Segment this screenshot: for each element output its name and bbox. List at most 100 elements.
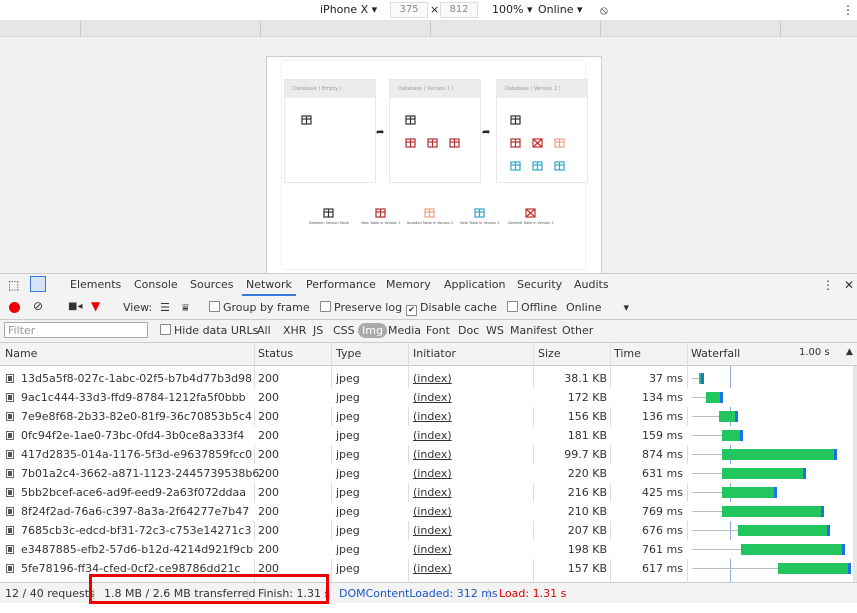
filter-type-doc[interactable]: Doc [458,324,479,337]
request-initiator[interactable]: (index) [413,410,452,423]
tab-console[interactable]: Console [134,278,178,291]
sort-ascending-icon[interactable]: ▲ [846,347,853,357]
waterfall-bar[interactable] [721,468,806,479]
close-icon[interactable]: ✕ [844,278,854,292]
large-rows-icon[interactable]: ☰ [160,301,170,314]
request-initiator[interactable]: (index) [413,562,452,575]
tab-application[interactable]: Application [444,278,505,291]
filter-type-all[interactable]: All [257,324,271,337]
table-row[interactable]: 9ac1c444-33d3-ffd9-8784-1212fa5f0bbb 200 j… [0,388,857,407]
device-select[interactable]: iPhone X ▾ [320,3,377,16]
request-initiator[interactable]: (index) [413,372,452,385]
offline-checkbox[interactable]: Offline [507,301,557,314]
image-file-icon [6,564,14,573]
waterfall-bar[interactable] [721,506,824,517]
table-row[interactable]: 13d5a5f8-027c-1abc-02f5-b7b4d77b3d98 200 j… [0,369,857,388]
request-initiator[interactable]: (index) [413,524,452,537]
request-name[interactable]: 7e9e8f68-2b33-82e0-81f9-36c70853b5c4 [21,410,252,423]
table-row[interactable]: 8f24f2ad-76a6-c397-8a3a-2f64277e7b47 200 j… [0,502,857,521]
filter-type-xhr[interactable]: XHR [283,324,306,337]
throttling-select[interactable]: Online ▾ [566,301,629,314]
inspect-icon[interactable]: ⬚ [8,278,19,292]
column-name[interactable]: Name [5,347,37,360]
column-time[interactable]: Time [614,347,641,360]
preserve-log-checkbox[interactable]: Preserve log [320,301,402,314]
table-row[interactable]: 7b01a2c4-3662-a871-1123-2445739538b6 200 j… [0,464,857,483]
waterfall-bar[interactable] [721,430,743,441]
request-name[interactable]: 7b01a2c4-3662-a871-1123-2445739538b6 [21,467,259,480]
request-name[interactable]: 7685cb3c-edcd-bf31-72c3-c753e14271c3 [21,524,251,537]
request-name[interactable]: 13d5a5f8-027c-1abc-02f5-b7b4d77b3d98 [21,372,252,385]
request-name[interactable]: 8f24f2ad-76a6-c397-8a3a-2f64277e7b47 [21,505,249,518]
waterfall-bar[interactable] [741,544,845,555]
table-row[interactable]: 0fc94f2e-1ae0-73bc-0fd4-3b0ce8a333f4 200 j… [0,426,857,445]
table-row[interactable]: 417d2835-014a-1176-5f3d-e9637859fcc0 200 j… [0,445,857,464]
waterfall-bar[interactable] [737,525,831,536]
tab-audits[interactable]: Audits [574,278,609,291]
table-row[interactable]: 7685cb3c-edcd-bf31-72c3-c753e14271c3 200 j… [0,521,857,540]
table-row[interactable]: 7e9e8f68-2b33-82e0-81f9-36c70853b5c4 200 j… [0,407,857,426]
request-initiator[interactable]: (index) [413,391,452,404]
device-toggle-icon[interactable] [30,276,46,292]
request-name[interactable]: 417d2835-014a-1176-5f3d-e9637859fcc0 [21,448,252,461]
waterfall-bar[interactable] [778,563,852,574]
request-initiator[interactable]: (index) [413,429,452,442]
tab-elements[interactable]: Elements [70,278,121,291]
request-initiator[interactable]: (index) [413,467,452,480]
column-status[interactable]: Status [258,347,293,360]
request-name[interactable]: 0fc94f2e-1ae0-73bc-0fd4-3b0ce8a333f4 [21,429,244,442]
request-name[interactable]: e3487885-efb2-57d6-b12d-4214d921f9cb [21,543,253,556]
filter-type-css[interactable]: CSS [333,324,355,337]
zoom-select[interactable]: 100% ▾ [492,3,532,16]
capture-screenshots-icon[interactable]: ■◂ [68,301,82,312]
device-height-input[interactable]: 812 [440,2,478,18]
waterfall-download-segment [734,411,738,422]
overview-icon[interactable]: ⩸ [182,301,189,315]
filter-type-js[interactable]: JS [313,324,323,337]
waterfall-bar[interactable] [718,411,738,422]
filter-type-font[interactable]: Font [426,324,450,337]
filter-type-media[interactable]: Media [388,324,421,337]
filter-type-other[interactable]: Other [562,324,593,337]
devtools-menu-icon[interactable]: ⋮ [822,278,834,292]
column-type[interactable]: Type [336,347,361,360]
tab-security[interactable]: Security [517,278,562,291]
record-icon[interactable] [9,302,20,313]
column-initiator[interactable]: Initiator [413,347,456,360]
disable-cache-checkbox[interactable]: ✔ Disable cache [406,301,497,316]
more-options-icon[interactable]: ⋮ [842,3,854,17]
request-initiator[interactable]: (index) [413,486,452,499]
device-width-input[interactable]: 375 [390,2,428,18]
rotate-icon[interactable]: ⦸ [600,3,608,18]
filter-type-ws[interactable]: WS [486,324,504,337]
clear-icon[interactable]: ⊘ [33,299,43,313]
tab-memory[interactable]: Memory [386,278,431,291]
filter-type-manifest[interactable]: Manifest [510,324,557,337]
request-initiator[interactable]: (index) [413,505,452,518]
request-initiator[interactable]: (index) [413,543,452,556]
waterfall-bar[interactable] [721,449,837,460]
request-initiator[interactable]: (index) [413,448,452,461]
group-by-frame-checkbox[interactable]: Group by frame [209,301,310,314]
column-size[interactable]: Size [538,347,561,360]
image-file-icon [6,526,14,535]
waterfall-bar[interactable] [699,373,704,384]
scrollbar[interactable] [853,366,857,582]
hide-data-urls-checkbox[interactable]: Hide data URLs [160,324,258,337]
column-waterfall[interactable]: Waterfall [691,347,740,360]
filter-type-img[interactable]: Img [358,323,387,338]
filter-input[interactable]: Filter [4,322,148,338]
waterfall-bar[interactable] [705,392,724,403]
throttle-select[interactable]: Online ▾ [538,3,583,16]
tab-network[interactable]: Network [246,278,292,291]
page-preview: Database ( Empty ) Database ( Version 1 … [282,61,588,269]
tab-sources[interactable]: Sources [190,278,234,291]
legend-label: Deleted Table in Version 2 [508,221,554,225]
request-name[interactable]: 9ac1c444-33d3-ffd9-8784-1212fa5f0bbb [21,391,246,404]
table-row[interactable]: e3487885-efb2-57d6-b12d-4214d921f9cb 200 j… [0,540,857,559]
table-row[interactable]: 5bb2bcef-ace6-ad9f-eed9-2a63f072ddaa 200 j… [0,483,857,502]
filter-icon[interactable]: ▼ [91,299,100,313]
tab-performance[interactable]: Performance [306,278,376,291]
waterfall-bar[interactable] [721,487,777,498]
request-name[interactable]: 5bb2bcef-ace6-ad9f-eed9-2a63f072ddaa [21,486,246,499]
